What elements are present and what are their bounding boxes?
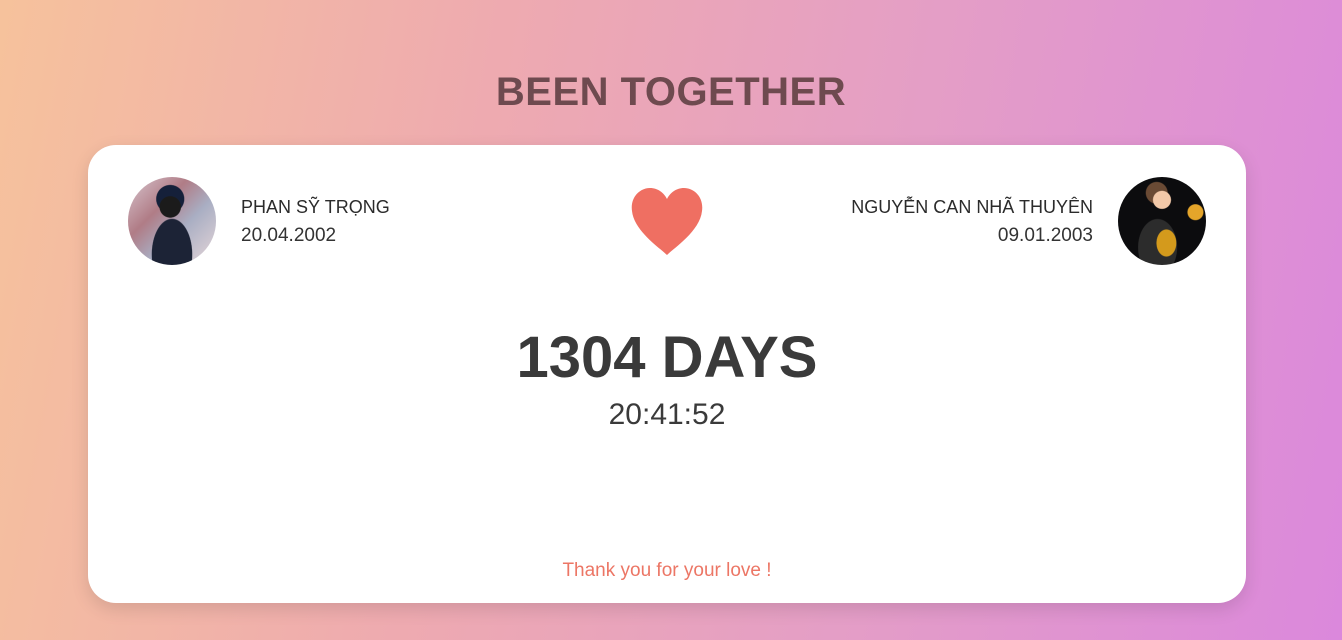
person-left-birthdate: 20.04.2002 [241,225,337,246]
person-right-birthdate: 09.01.2003 [997,225,1093,246]
together-card: PHAN SỸ TRỌNG 20.04.2002 NGUYỄN CAN NHÃ … [88,145,1246,603]
person-left: PHAN SỸ TRỌNG 20.04.2002 [241,196,390,248]
avatar-left [128,177,216,265]
heart-icon [631,188,703,255]
person-right-name: NGUYỄN CAN NHÃ THUYÊN [851,197,1093,217]
time-counter: 20:41:52 [608,398,726,431]
avatar-right [1118,177,1206,265]
thanks-message: Thank you for your love ! [562,560,772,581]
person-left-name: PHAN SỸ TRỌNG [241,197,390,217]
person-right: NGUYỄN CAN NHÃ THUYÊN 09.01.2003 [851,196,1093,248]
days-counter: 1304 DAYS [516,325,818,390]
page-title: BEEN TOGETHER [495,70,847,114]
